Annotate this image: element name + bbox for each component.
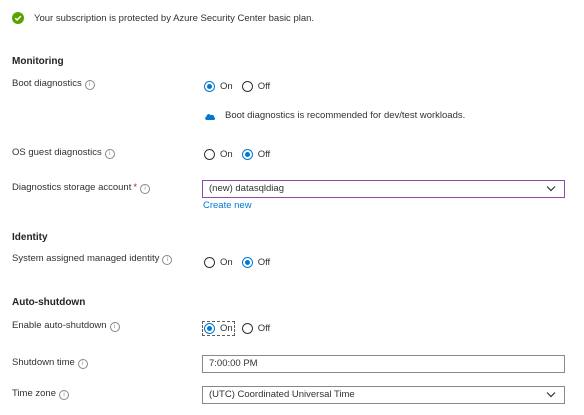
auto-shutdown-heading: Auto-shutdown: [12, 297, 86, 308]
diagnostics-storage-dropdown[interactable]: (new) datasqldiag: [202, 180, 565, 198]
os-guest-diagnostics-radio-group: On Off: [204, 147, 279, 161]
system-identity-off-option[interactable]: Off: [241, 256, 271, 268]
radio-checked-icon[interactable]: [241, 256, 253, 268]
auto-shutdown-off-option[interactable]: Off: [241, 322, 271, 334]
radio-checked-icon[interactable]: [241, 148, 253, 160]
os-guest-off-option[interactable]: Off: [241, 148, 271, 160]
os-guest-on-option[interactable]: On: [204, 148, 233, 160]
system-identity-label: System assigned managed identity i: [12, 253, 173, 265]
radio-label-off: Off: [257, 148, 271, 160]
shutdown-time-label: Shutdown time i: [12, 357, 88, 369]
auto-shutdown-radio-group: On Off: [202, 320, 279, 336]
check-circle-icon: [12, 12, 24, 24]
radio-label-on: On: [220, 256, 233, 268]
radio-label-off: Off: [257, 80, 271, 92]
system-identity-radio-group: On Off: [204, 255, 279, 269]
radio-checked-icon[interactable]: [204, 80, 215, 92]
radio-unchecked-icon[interactable]: [204, 256, 215, 268]
banner-text: Your subscription is protected by Azure …: [34, 12, 315, 24]
required-marker: *: [133, 182, 138, 193]
boot-diagnostics-radio-group: On Off: [204, 79, 279, 93]
radio-label-on: On: [220, 148, 233, 160]
info-icon[interactable]: i: [162, 255, 173, 265]
enable-auto-shutdown-label: Enable auto-shutdown i: [12, 320, 120, 332]
diagnostics-storage-label: Diagnostics storage account * i: [12, 182, 151, 194]
info-icon[interactable]: i: [140, 184, 151, 194]
auto-shutdown-on-option[interactable]: On: [202, 320, 235, 336]
radio-unchecked-icon[interactable]: [241, 322, 253, 334]
shutdown-time-input[interactable]: 7:00:00 PM: [202, 355, 565, 373]
shutdown-time-value: 7:00:00 PM: [209, 358, 258, 369]
info-icon[interactable]: i: [59, 390, 69, 400]
identity-heading: Identity: [12, 232, 48, 243]
radio-unchecked-icon[interactable]: [241, 80, 253, 92]
info-icon[interactable]: i: [104, 149, 115, 159]
boot-diagnostics-label: Boot diagnostics i: [12, 78, 95, 90]
radio-unchecked-icon[interactable]: [204, 148, 215, 160]
boot-diagnostics-off-option[interactable]: Off: [241, 80, 271, 92]
radio-label-off: Off: [257, 256, 271, 268]
radio-label-on: On: [220, 80, 233, 92]
info-icon[interactable]: i: [84, 80, 95, 90]
chevron-down-icon: [546, 186, 556, 192]
time-zone-value: (UTC) Coordinated Universal Time: [209, 389, 355, 400]
diagnostics-storage-value: (new) datasqldiag: [209, 183, 284, 194]
radio-label-off: Off: [257, 322, 271, 334]
boot-diagnostics-note: Boot diagnostics is recommended for dev/…: [204, 110, 465, 121]
chevron-down-icon: [546, 392, 556, 398]
radio-checked-icon[interactable]: [204, 322, 215, 334]
info-icon[interactable]: i: [77, 359, 88, 369]
boot-diagnostics-on-option[interactable]: On: [204, 80, 233, 92]
create-new-link[interactable]: Create new: [203, 200, 252, 211]
os-guest-diagnostics-label: OS guest diagnostics i: [12, 147, 115, 159]
time-zone-dropdown[interactable]: (UTC) Coordinated Universal Time: [202, 386, 565, 404]
cloud-icon: [205, 113, 216, 120]
time-zone-label: Time zone i: [12, 388, 69, 400]
system-identity-on-option[interactable]: On: [204, 256, 233, 268]
security-banner: Your subscription is protected by Azure …: [12, 12, 314, 24]
radio-label-on: On: [220, 322, 233, 334]
info-icon[interactable]: i: [109, 322, 120, 332]
boot-diagnostics-note-text: Boot diagnostics is recommended for dev/…: [225, 110, 466, 121]
monitoring-heading: Monitoring: [12, 56, 64, 67]
